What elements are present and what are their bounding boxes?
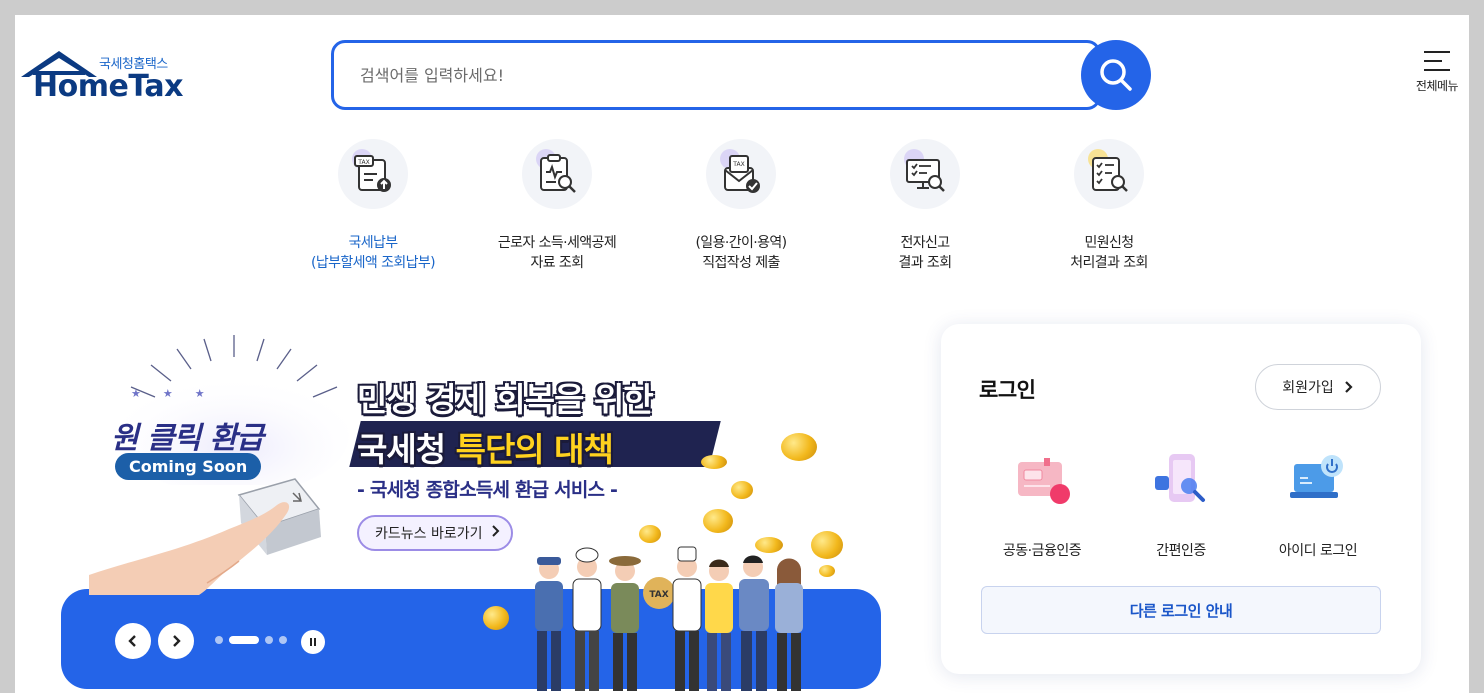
quick-menu-label: 근로자 소득·세액공제 [497,235,617,251]
headline-nts: 국세청 [357,430,456,469]
search-icon [1100,59,1132,91]
logo-title: HomeTax [33,69,184,104]
document-search-icon [540,154,576,193]
pause-icon [310,638,316,646]
coin-graphic [781,433,817,461]
cardnews-link-button[interactable]: 카드뉴스 바로가기 [357,515,513,551]
phone-search-icon [1155,454,1205,502]
chevron-right-icon [491,525,499,537]
pause-slide-button[interactable] [301,630,325,654]
svg-text:TAX: TAX [357,159,369,166]
search-button[interactable] [1081,40,1151,110]
sign-up-button[interactable]: 회원가입 [1255,364,1381,410]
chevron-right-icon [1344,381,1353,393]
quick-menu-label: 국세납부 [348,235,398,251]
monitor-search-icon [906,159,945,192]
quick-menu-label: (일용·간이·용역) [695,235,787,251]
certificate-icon [1018,458,1070,504]
slide-dot-active[interactable] [229,636,259,644]
quick-menu-sublabel: 직접작성 제출 [702,255,780,271]
simple-auth-login-label: 간편인증 [1156,543,1206,559]
quick-menu-sublabel: 결과 조회 [898,255,953,271]
chevron-left-icon [128,635,136,647]
search-input[interactable] [360,59,1060,91]
next-slide-button[interactable] [158,623,194,659]
banner-headline-2: 국세청 특단의 대책 [357,423,614,471]
laptop-power-icon [1290,455,1343,498]
coin-graphic [703,509,733,533]
certificate-login-option[interactable]: 공동·금융인증 [977,452,1107,560]
slide-dot[interactable] [265,636,273,644]
banner-headline-1: 민생 경제 회복을 위한 [357,380,654,419]
quick-menu-tax-payment[interactable]: TAX 국세납부 (납부할세액 조회납부) [281,139,465,273]
svg-text:TAX: TAX [732,161,744,168]
star-decoration: ★★★ [131,387,227,400]
promo-banner[interactable]: ★★★ 원 클릭 환급 Coming Soon 민생 경제 회복을 위한 국세청… [59,325,889,693]
banner-subtitle: - 국세청 종합소득세 환급 서비스 - [357,479,618,501]
quick-menu-sublabel: 자료 조회 [530,255,585,271]
other-login-guide-button[interactable]: 다른 로그인 안내 [981,586,1381,634]
quick-menu-sublabel: 처리결과 조회 [1070,255,1148,271]
coin-graphic [701,455,727,469]
id-login-label: 아이디 로그인 [1278,543,1358,559]
tax-envelope-check-icon: TAX [724,155,760,193]
finger-pressing-key-graphic [89,478,321,595]
tax-bag-label: TAX [649,590,668,600]
hometax-main-page: 국세청홈택스 HomeTax 전체메뉴 TAX 국 [15,15,1469,693]
id-login-option[interactable]: 아이디 로그인 [1253,452,1383,560]
quick-menu-sublabel: (납부할세액 조회납부) [310,255,436,271]
quick-menu-direct-submit[interactable]: TAX (일용·간이·용역) 직접작성 제출 [649,139,833,273]
all-menu-button[interactable]: 전체메뉴 [1409,51,1465,94]
chevron-right-icon [173,635,181,647]
tax-upload-icon: TAX [354,155,391,192]
hometax-logo[interactable]: 국세청홈택스 HomeTax [21,49,191,105]
cardnews-label: 카드뉴스 바로가기 [375,526,483,542]
workers-illustration: TAX [535,546,803,691]
all-menu-label: 전체메뉴 [1415,79,1459,93]
coin-graphic [483,606,509,630]
sign-up-label: 회원가입 [1282,380,1334,396]
headline-measures: 특단의 대책 [455,430,614,469]
oneclick-refund-title: 원 클릭 환급 [111,421,264,456]
search-box [331,40,1101,110]
login-panel: 로그인 회원가입 공동·금융인증 간편인증 아이디 로그인 다른 로그인 안내 [941,324,1421,674]
quick-menu-label: 전자신고 [900,235,950,251]
coin-graphic [731,481,753,499]
prev-slide-button[interactable] [115,623,151,659]
slide-dot[interactable] [279,636,287,644]
quick-menu-deduction-inquiry[interactable]: 근로자 소득·세액공제 자료 조회 [465,139,649,273]
checklist-search-icon [1092,157,1128,192]
slide-indicator [215,636,287,644]
quick-menu-label: 민원신청 [1084,235,1134,251]
coin-graphic [639,525,661,543]
quick-menu-civil-petition[interactable]: 민원신청 처리결과 조회 [1017,139,1201,273]
hamburger-icon [1424,51,1450,71]
login-title: 로그인 [979,378,1036,402]
slide-dot[interactable] [215,636,223,644]
quick-menu-e-filing-result[interactable]: 전자신고 결과 조회 [833,139,1017,273]
simple-auth-login-option[interactable]: 간편인증 [1116,452,1246,560]
certificate-login-label: 공동·금융인증 [1002,543,1082,559]
